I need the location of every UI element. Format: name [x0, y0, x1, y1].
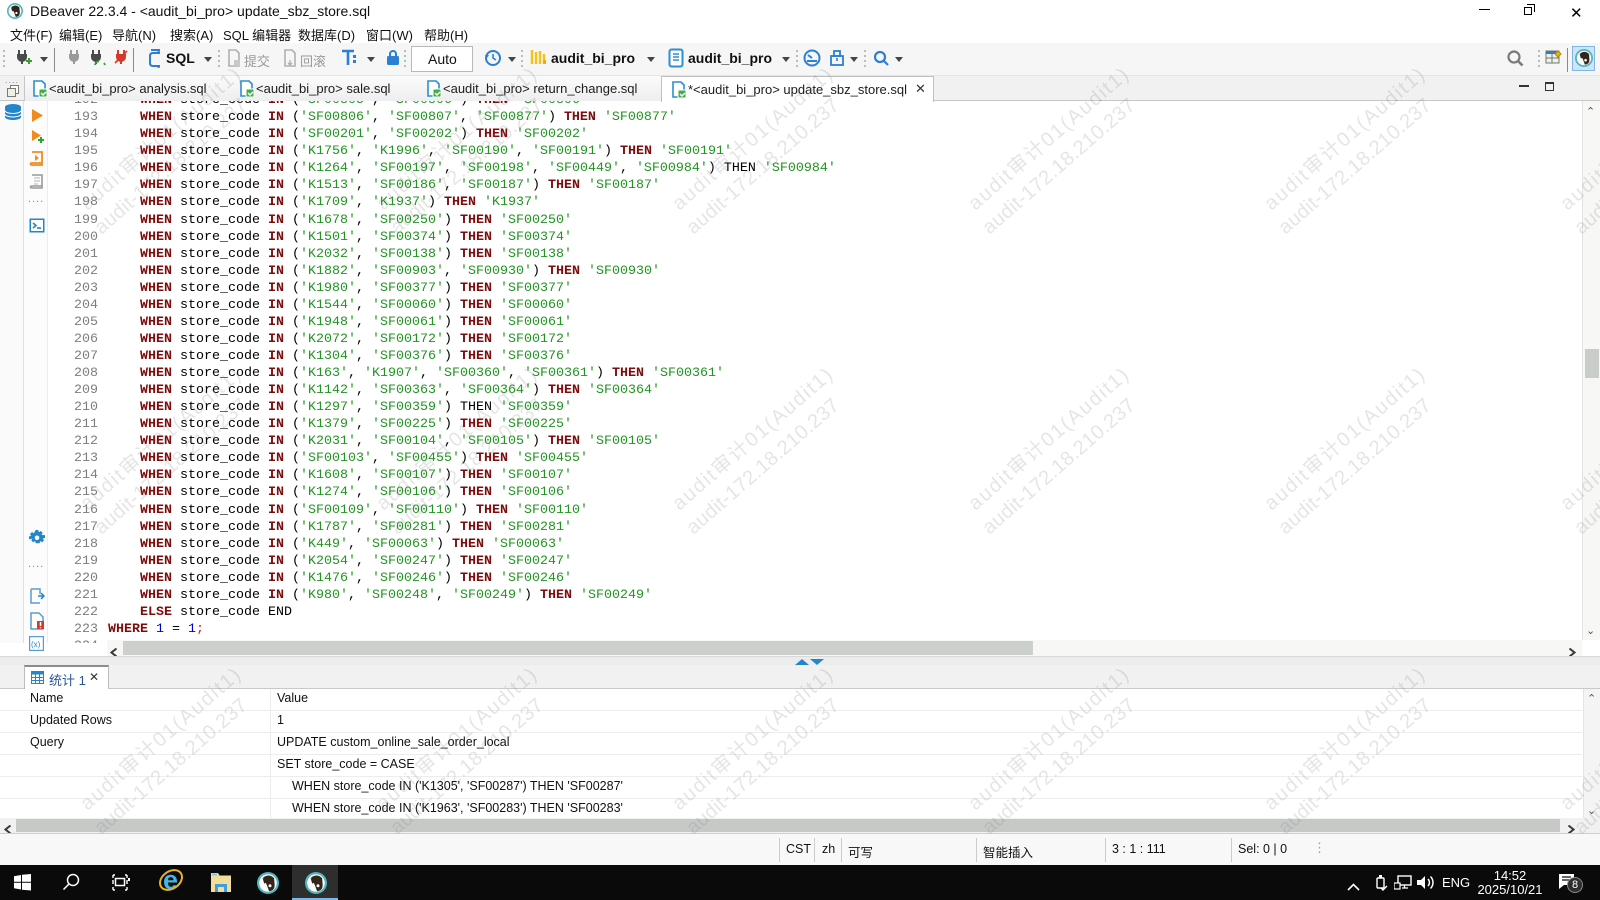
- svg-text:(x): (x): [31, 640, 41, 649]
